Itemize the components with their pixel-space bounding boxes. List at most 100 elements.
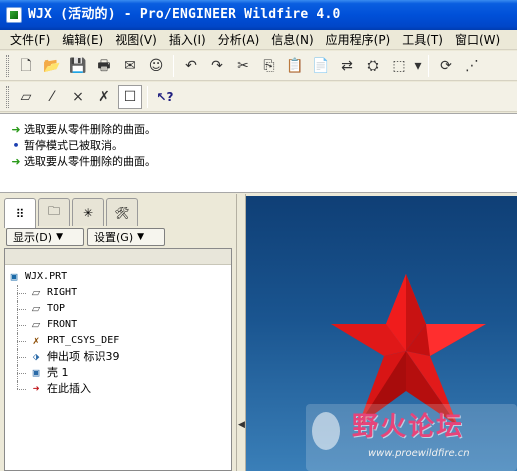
message-text: 选取要从零件删除的曲面。 bbox=[24, 123, 156, 136]
message-line: ➜ 选取要从零件删除的曲面。 bbox=[10, 122, 517, 138]
watermark-title: 野火论坛 bbox=[352, 412, 465, 442]
panel-splitter[interactable]: ◀ bbox=[236, 194, 246, 471]
collaborate-icon[interactable]: ☺ bbox=[144, 54, 168, 78]
connections-tab-icon[interactable]: 🛠 bbox=[106, 198, 138, 226]
search-binoculars-icon[interactable]: ⛭ bbox=[361, 54, 385, 78]
toolbar-separator bbox=[147, 85, 148, 108]
save-icon[interactable]: 💾 bbox=[66, 54, 90, 78]
model-tree-list: ▣ WJX.PRT ▱ RIGHT ▱ TOP ▱ FRONT ✗ PRT_CS… bbox=[7, 269, 231, 397]
tree-item-label: PRT_CSYS_DEF bbox=[47, 335, 120, 346]
toolbar-grip[interactable] bbox=[6, 85, 9, 108]
message-line: • 暂停模式已被取消。 bbox=[10, 138, 517, 154]
message-text: 暂停模式已被取消。 bbox=[24, 139, 123, 152]
tree-item-right[interactable]: ▱ RIGHT bbox=[7, 285, 231, 301]
chevron-down-icon: ▼ bbox=[56, 232, 63, 242]
forum-watermark: 野火论坛 www.proewildfire.cn bbox=[306, 404, 517, 471]
model-tree: ▣ WJX.PRT ▱ RIGHT ▱ TOP ▱ FRONT ✗ PRT_CS… bbox=[4, 248, 232, 471]
forum-logo-icon bbox=[312, 412, 340, 450]
tree-controls: 显示(D) ▼ 设置(G) ▼ bbox=[6, 228, 168, 246]
show-dropdown-label: 显示(D) bbox=[13, 231, 53, 244]
message-line: ➜ 选取要从零件删除的曲面。 bbox=[10, 154, 517, 170]
menu-applications[interactable]: 应用程序(P) bbox=[320, 31, 397, 48]
window-title: WJX (活动的) - Pro/ENGINEER Wildfire 4.0 bbox=[28, 7, 341, 22]
dropdown-arrow-icon[interactable]: ▾ bbox=[413, 54, 423, 78]
selection-box-icon[interactable]: ⬚ bbox=[387, 54, 411, 78]
navigator-panel: ⠿ 🗀 ✳ 🛠 显示(D) ▼ 设置(G) ▼ ▣ WJX.PRT ▱ RIGH… bbox=[0, 194, 236, 471]
open-icon[interactable]: 📂 bbox=[40, 54, 64, 78]
new-icon[interactable]: 🗋 bbox=[14, 54, 38, 78]
extrude-icon: ⬗ bbox=[32, 350, 40, 363]
coordinate-system-icon: ✗ bbox=[32, 334, 40, 347]
redo-icon[interactable]: ↷ bbox=[205, 54, 229, 78]
cut-icon[interactable]: ✂ bbox=[231, 54, 255, 78]
tree-item-insert-here[interactable]: ➜ 在此插入 bbox=[7, 381, 231, 397]
repaint-icon[interactable]: ⟳ bbox=[434, 54, 458, 78]
coordinate-system-display-icon[interactable]: ✗ bbox=[92, 85, 116, 109]
show-dropdown[interactable]: 显示(D) ▼ bbox=[6, 228, 84, 246]
tree-item-front[interactable]: ▱ FRONT bbox=[7, 317, 231, 333]
datum-plane-display-icon[interactable]: ▱ bbox=[14, 85, 38, 109]
shell-icon: ▣ bbox=[32, 366, 40, 379]
message-area: ➜ 选取要从零件删除的曲面。 • 暂停模式已被取消。 ➜ 选取要从零件删除的曲面… bbox=[0, 113, 517, 193]
part-icon: ▣ bbox=[10, 270, 18, 283]
prompt-arrow-icon: ➜ bbox=[11, 155, 21, 168]
datum-icon[interactable]: ⋰ bbox=[460, 54, 484, 78]
favorites-tab-icon[interactable]: ✳ bbox=[72, 198, 104, 226]
menu-bar: 文件(F) 编辑(E) 视图(V) 插入(I) 分析(A) 信息(N) 应用程序… bbox=[0, 30, 517, 50]
graphics-window[interactable]: 野火论坛 www.proewildfire.cn bbox=[246, 196, 517, 471]
model-tree-tab-icon[interactable]: ⠿ bbox=[4, 198, 36, 228]
menu-edit[interactable]: 编辑(E) bbox=[56, 31, 109, 48]
tree-item-label: TOP bbox=[47, 303, 66, 314]
info-dot-icon: • bbox=[12, 139, 20, 152]
datum-plane-icon: ▱ bbox=[31, 318, 41, 331]
model-tree-header bbox=[5, 249, 231, 265]
undo-icon[interactable]: ↶ bbox=[179, 54, 203, 78]
paste-special-icon[interactable]: 📄 bbox=[309, 54, 333, 78]
tree-item-shell[interactable]: ▣ 壳 1 bbox=[7, 365, 231, 381]
regenerate-icon[interactable]: ⇄ bbox=[335, 54, 359, 78]
menu-tools[interactable]: 工具(T) bbox=[396, 31, 449, 48]
datum-axis-display-icon[interactable]: ⁄ bbox=[40, 85, 64, 109]
tree-item-label: RIGHT bbox=[47, 287, 78, 298]
context-help-icon[interactable]: ↖? bbox=[153, 85, 177, 109]
datum-plane-icon: ▱ bbox=[31, 286, 41, 299]
menu-file[interactable]: 文件(F) bbox=[4, 31, 56, 48]
tree-root-label: WJX.PRT bbox=[25, 271, 68, 282]
proe-app-icon[interactable] bbox=[6, 7, 22, 23]
tree-item-extrude[interactable]: ⬗ 伸出项 标识39 bbox=[7, 349, 231, 365]
main-toolbar: 🗋 📂 💾 🖶 ✉ ☺ ↶ ↷ ✂ ⎘ 📋 📄 ⇄ ⛭ ⬚ ▾ ⟳ ⋰ bbox=[0, 51, 517, 81]
prompt-arrow-icon: ➜ bbox=[11, 123, 21, 136]
send-mail-icon[interactable]: ✉ bbox=[118, 54, 142, 78]
chevron-left-icon[interactable]: ◀ bbox=[238, 420, 245, 430]
tree-item-label: 在此插入 bbox=[47, 382, 91, 395]
message-text: 选取要从零件删除的曲面。 bbox=[24, 155, 156, 168]
paste-icon[interactable]: 📋 bbox=[283, 54, 307, 78]
menu-window[interactable]: 窗口(W) bbox=[449, 31, 506, 48]
annotation-display-icon[interactable]: ☐ bbox=[118, 84, 142, 109]
toolbar-grip[interactable] bbox=[6, 54, 9, 77]
tree-item-label: 壳 1 bbox=[47, 366, 69, 379]
watermark-url: www.proewildfire.cn bbox=[368, 448, 470, 459]
settings-dropdown[interactable]: 设置(G) ▼ bbox=[87, 228, 165, 246]
datum-point-display-icon[interactable]: × bbox=[66, 85, 90, 109]
tree-item-label: 伸出项 标识39 bbox=[47, 350, 120, 363]
menu-analysis[interactable]: 分析(A) bbox=[212, 31, 266, 48]
tree-root[interactable]: ▣ WJX.PRT bbox=[7, 269, 231, 285]
tree-item-top[interactable]: ▱ TOP bbox=[7, 301, 231, 317]
datum-display-toolbar: ▱ ⁄ × ✗ ☐ ↖? bbox=[0, 82, 517, 112]
tree-item-label: FRONT bbox=[47, 319, 78, 330]
copy-icon[interactable]: ⎘ bbox=[257, 54, 281, 78]
menu-insert[interactable]: 插入(I) bbox=[163, 31, 212, 48]
navigator-tabs: ⠿ 🗀 ✳ 🛠 bbox=[4, 198, 140, 228]
settings-dropdown-label: 设置(G) bbox=[94, 231, 134, 244]
toolbar-separator bbox=[428, 54, 429, 77]
folder-browser-tab-icon[interactable]: 🗀 bbox=[38, 198, 70, 226]
datum-plane-icon: ▱ bbox=[31, 302, 41, 315]
menu-view[interactable]: 视图(V) bbox=[109, 31, 163, 48]
tree-item-csys[interactable]: ✗ PRT_CSYS_DEF bbox=[7, 333, 231, 349]
menu-info[interactable]: 信息(N) bbox=[265, 31, 319, 48]
insert-arrow-icon: ➜ bbox=[32, 382, 40, 395]
chevron-down-icon: ▼ bbox=[137, 232, 145, 242]
print-icon[interactable]: 🖶 bbox=[92, 54, 116, 78]
title-bar: WJX (活动的) - Pro/ENGINEER Wildfire 4.0 bbox=[0, 0, 517, 30]
